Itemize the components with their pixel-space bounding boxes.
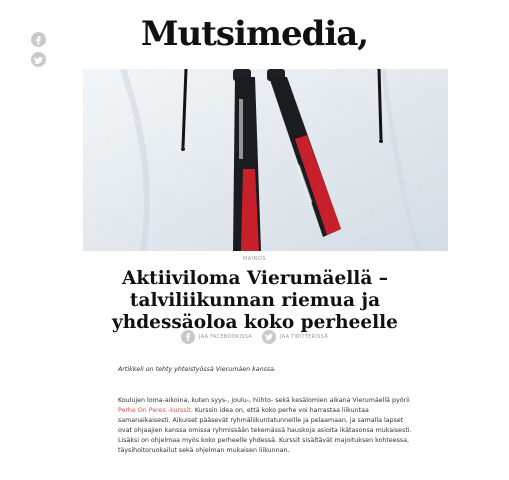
facebook-share-label: JAA FACEBOOKISSA (199, 334, 253, 340)
article-body: Koulujen loma-aikoina, kuten syys-, joul… (118, 396, 418, 457)
twitter-share-link[interactable]: JAA TWITTERISSÄ (262, 330, 328, 344)
site-logo[interactable]: Mutsimedia, (0, 14, 509, 54)
article-category: MAINOS (242, 256, 267, 262)
body-text-part2: . Kurssin idea on, että koko perhe voi h… (118, 407, 412, 455)
hero-image (83, 69, 448, 251)
course-link[interactable]: Perhe On Peres -kurssit (118, 407, 191, 414)
twitter-share-label: JAA TWITTERISSÄ (280, 334, 328, 340)
twitter-icon (262, 330, 277, 344)
body-text-part1: Koulujen loma-aikoina, kuten syys-, joul… (118, 397, 410, 404)
facebook-icon (181, 330, 196, 344)
article-title: Aktiiviloma Vierumäellä – talviliikunnan… (112, 268, 398, 333)
facebook-share-link[interactable]: JAA FACEBOOKISSA (181, 330, 252, 344)
share-row: JAA FACEBOOKISSA JAA TWITTERISSÄ (0, 330, 509, 344)
article-intro: Artikkeli on tehty yhteistyössä Vierumäe… (118, 366, 277, 373)
twitter-share-button[interactable] (31, 52, 46, 67)
ski-photo (83, 69, 448, 251)
